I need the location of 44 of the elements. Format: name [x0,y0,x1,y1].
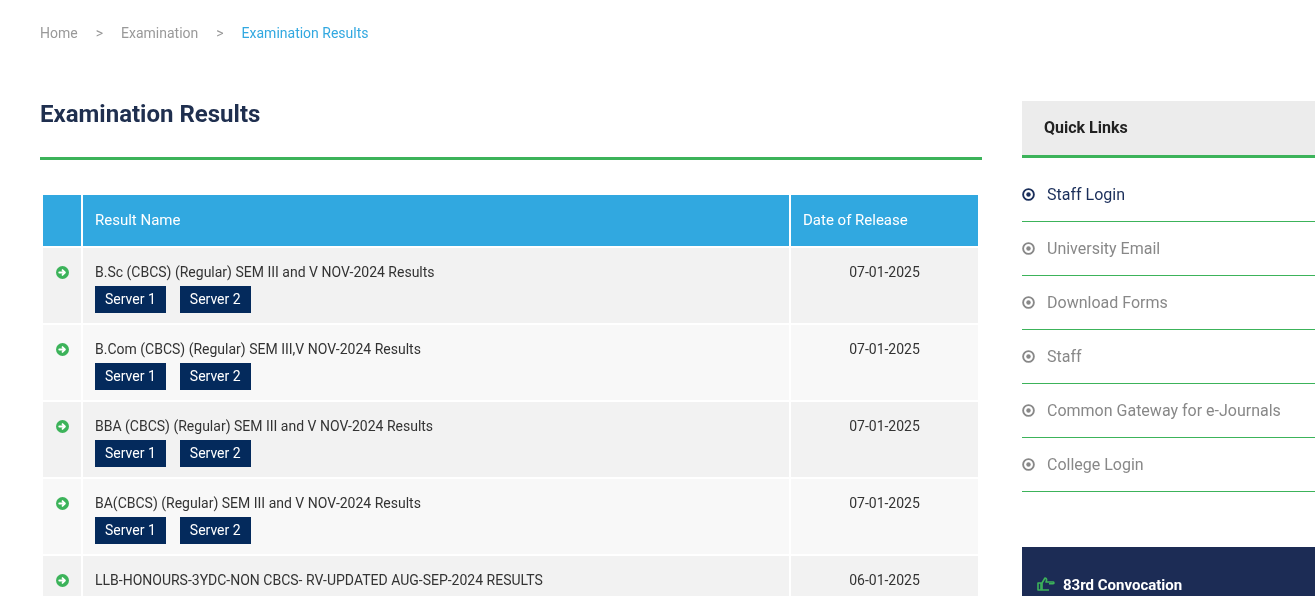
quick-link[interactable]: Staff Login [1022,168,1315,222]
server-button[interactable]: Server 1 [95,363,166,390]
server-button[interactable]: Server 1 [95,517,166,544]
release-date: 06-01-2025 [849,572,920,588]
release-date: 07-01-2025 [849,264,920,280]
radio-dot-icon [1022,242,1035,255]
arrow-circle-icon [55,574,69,587]
arrow-circle-icon [55,497,69,510]
radio-dot-icon [1022,350,1035,363]
panel-title: 83rd Convocation [1063,577,1183,593]
quick-link[interactable]: Download Forms [1022,276,1315,330]
quick-link[interactable]: University Email [1022,222,1315,276]
server-button[interactable]: Server 2 [179,363,251,390]
quick-links-title: Quick Links [1044,117,1128,139]
result-name: B.Com (CBCS) (Regular) SEM III,V NOV-2024 Results [95,340,422,360]
arrow-circle-icon [55,420,69,433]
server-button[interactable]: Server 2 [179,286,251,313]
result-name: BBA (CBCS) (Regular) SEM III and V NOV-2024 Results [95,417,435,437]
server-button[interactable]: Server 2 [179,517,251,544]
radio-dot-icon [1022,458,1035,471]
page-title: Examination Results [40,99,262,130]
radio-dot-icon [1022,188,1035,201]
quick-link[interactable]: Staff [1022,330,1315,384]
header-cell [43,195,81,246]
breadcrumb-separator: > [95,23,103,43]
radio-dot-icon [1022,404,1035,417]
server-button[interactable]: Server 1 [95,440,166,467]
server-button[interactable]: Server 2 [179,440,251,467]
release-date: 07-01-2025 [849,418,920,434]
breadcrumb-separator: > [216,23,224,43]
release-date: 07-01-2025 [849,495,920,511]
pointing-hand-icon [1037,577,1055,591]
header-cell: Result Name [83,195,789,246]
result-name: BA(CBCS) (Regular) SEM III and V NOV-2024 Results [95,494,422,514]
radio-dot-icon [1022,296,1035,309]
header-cell: Date of Release [791,195,978,246]
quick-link[interactable]: Common Gateway for e-Journals [1022,384,1315,438]
arrow-circle-icon [55,343,69,356]
arrow-circle-icon [55,266,69,279]
release-date: 07-01-2025 [849,341,920,357]
server-button[interactable]: Server 1 [95,286,166,313]
result-name: B.Sc (CBCS) (Regular) SEM III and V NOV-2024 Results [95,263,436,283]
quick-link[interactable]: College Login [1022,438,1315,492]
result-name: LLB-HONOURS-3YDC-NON CBCS- RV-UPDATED AUG-SEP-2024 RESULTS [95,571,544,590]
